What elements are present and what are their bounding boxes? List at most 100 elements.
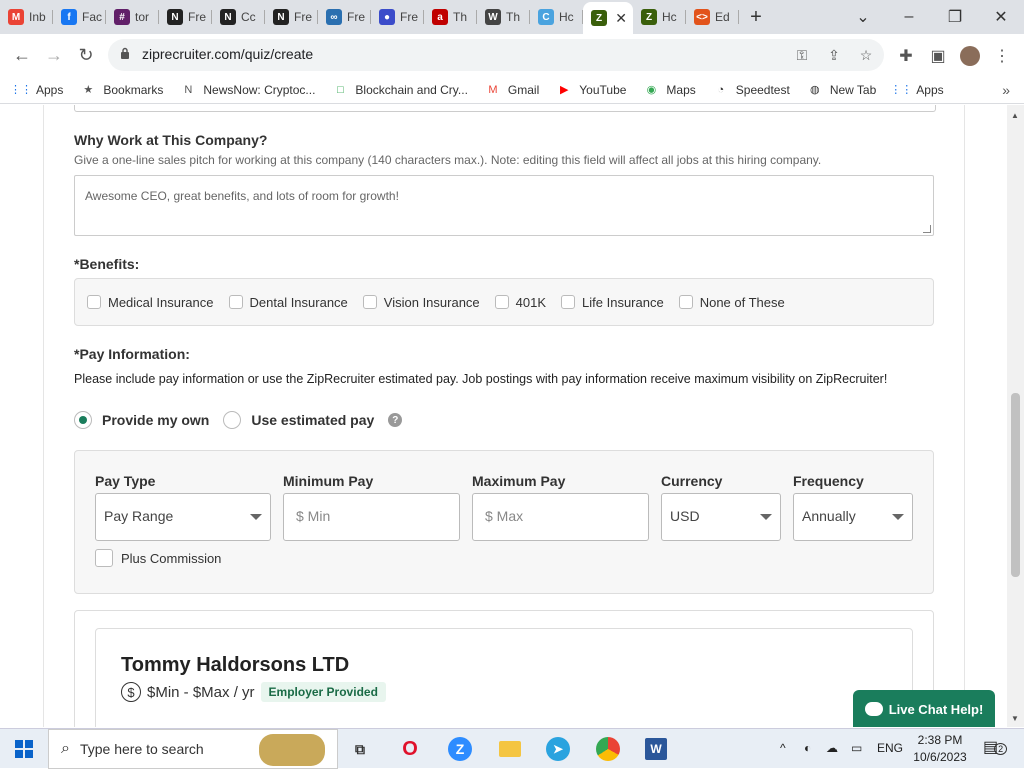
notifications-icon[interactable]: ▤2 — [983, 737, 1008, 757]
why-work-textarea[interactable]: Awesome CEO, great benefits, and lots of… — [74, 175, 934, 236]
scroll-up-icon[interactable]: ▲ — [1011, 111, 1019, 120]
close-tab-icon[interactable]: ✕ — [615, 10, 627, 27]
bookmark-item[interactable]: ◍ New Tab — [808, 83, 876, 97]
reload-icon[interactable]: ↻ — [70, 39, 102, 71]
tab[interactable]: ● Fre — [371, 0, 424, 34]
tab[interactable]: Z Hc — [633, 0, 686, 34]
benefit-option[interactable]: Dental Insurance — [228, 295, 348, 310]
plus-commission-checkbox[interactable] — [95, 549, 113, 567]
benefit-option[interactable]: Medical Insurance — [87, 295, 214, 310]
bookmarks-bar: ⋮⋮ Apps ★ Bookmarks N NewsNow: Cryptoc... □ Blo… — [0, 76, 1024, 104]
benefit-checkbox[interactable] — [494, 295, 509, 309]
task-view-icon[interactable]: ⧉ — [346, 735, 374, 763]
taskbar-clock[interactable]: 2:38 PM 10/6/2023 — [908, 732, 972, 766]
benefit-checkbox[interactable] — [228, 295, 243, 309]
notifications-count: 2 — [994, 743, 1008, 755]
benefit-option[interactable]: Vision Insurance — [362, 295, 480, 310]
radio-estimated-pay-label[interactable]: Use estimated pay — [251, 412, 374, 428]
tab[interactable]: W Th — [477, 0, 530, 34]
bookmarks-overflow-icon[interactable]: » — [1002, 82, 1010, 98]
tab[interactable]: M Inb — [0, 0, 53, 34]
tab[interactable]: f Fac — [53, 0, 106, 34]
avatar[interactable] — [958, 44, 982, 68]
tab[interactable]: C Hc — [530, 0, 583, 34]
bookmark-item[interactable]: M Gmail — [486, 83, 539, 97]
benefit-option[interactable]: 401K — [494, 295, 546, 310]
tab[interactable]: N Fre — [159, 0, 212, 34]
word-icon[interactable]: W — [642, 735, 670, 763]
bookmark-item[interactable]: ⋮⋮ Apps — [10, 83, 63, 97]
bookmark-item[interactable]: ▶ YouTube — [557, 83, 626, 97]
telegram-icon[interactable]: ➤ — [544, 735, 572, 763]
benefit-checkbox[interactable] — [678, 295, 693, 309]
benefit-checkbox[interactable] — [561, 295, 576, 309]
scroll-down-icon[interactable]: ▼ — [1011, 714, 1019, 723]
pay-title: *Pay Information: — [74, 346, 190, 362]
frequency-select[interactable]: Annually — [793, 493, 913, 541]
bookmark-item[interactable]: ⋮⋮ Apps — [890, 83, 943, 97]
tab-search-icon[interactable]: ⌄ — [840, 0, 886, 34]
tab-separator — [738, 10, 739, 24]
taskbar-search-box[interactable]: ⌕ Type here to search — [48, 729, 338, 769]
minimize-icon[interactable]: – — [886, 0, 932, 34]
benefit-checkbox[interactable] — [362, 295, 377, 309]
tab[interactable]: ∞ Fre — [318, 0, 371, 34]
youtube-icon: ▶ — [560, 84, 569, 96]
menu-kebab-icon[interactable]: ⋮ — [990, 44, 1014, 68]
tab[interactable]: a Th — [424, 0, 477, 34]
salary-text: $Min - $Max / yr — [147, 683, 255, 701]
bookmark-item[interactable]: ◔ Speedtest — [714, 82, 790, 97]
resize-handle-icon[interactable] — [923, 225, 931, 233]
bookmark-star-icon[interactable]: ☆ — [856, 45, 876, 65]
forward-icon[interactable]: → — [38, 39, 70, 71]
min-pay-input[interactable]: $ Min — [283, 493, 460, 541]
language-indicator[interactable]: ENG — [877, 741, 903, 755]
tray-chevron-icon[interactable]: ^ — [780, 741, 786, 755]
tab[interactable]: N Fre — [265, 0, 318, 34]
side-panel-icon[interactable]: ▣ — [926, 44, 950, 68]
extensions-icon[interactable]: ✚ — [894, 44, 918, 68]
benefit-option[interactable]: Life Insurance — [561, 295, 664, 310]
max-pay-input[interactable]: $ Max — [472, 493, 649, 541]
tab-active-ziprecruiter[interactable]: Z ✕ — [583, 2, 633, 34]
meet-icon[interactable]: ◐ — [804, 741, 811, 755]
share-icon[interactable]: ⇪ — [824, 45, 844, 65]
benefit-checkbox[interactable] — [87, 295, 101, 309]
bookmark-item[interactable]: ★ Bookmarks — [81, 83, 163, 97]
live-chat-button[interactable]: Live Chat Help! — [853, 690, 995, 727]
tab[interactable]: <> Ed — [686, 0, 739, 34]
benefit-option[interactable]: None of These — [678, 295, 785, 310]
help-icon[interactable]: ? — [388, 413, 403, 427]
pay-type-select[interactable]: Pay Range — [95, 493, 271, 541]
radio-provide-own-label[interactable]: Provide my own — [102, 412, 209, 428]
maximize-icon[interactable]: ❐ — [932, 0, 978, 34]
tab[interactable]: # tor — [106, 0, 159, 34]
notion-icon: N — [167, 9, 183, 25]
network-icon[interactable]: ▭ — [851, 741, 862, 755]
page-scrollbar[interactable]: ▲ ▼ — [1007, 105, 1024, 727]
bookmark-label: Speedtest — [735, 82, 790, 97]
close-window-icon[interactable]: ✕ — [978, 0, 1024, 34]
zoom-icon[interactable]: Z — [446, 735, 474, 763]
currency-select[interactable]: USD — [661, 493, 781, 541]
new-tab-button[interactable]: + — [739, 0, 773, 34]
address-bar[interactable]: ziprecruiter.com/quiz/create ⚿ ⇪ ☆ — [108, 39, 884, 71]
radio-provide-own[interactable] — [74, 411, 92, 429]
windows-start-icon[interactable] — [10, 735, 38, 763]
key-icon[interactable]: ⚿ — [792, 45, 812, 65]
onedrive-icon[interactable]: ☁ — [826, 741, 838, 755]
chrome-icon[interactable] — [594, 735, 622, 763]
dollar-circle-icon: $ — [121, 682, 141, 702]
tab[interactable]: N Cc — [212, 0, 265, 34]
file-explorer-icon[interactable] — [496, 735, 524, 763]
scrollbar-thumb[interactable] — [1011, 393, 1020, 577]
max-pay-label: Maximum Pay — [472, 473, 566, 489]
bookmark-item[interactable]: N NewsNow: Cryptoc... — [181, 83, 315, 97]
code-icon: <> — [694, 9, 710, 25]
bookmark-item[interactable]: ◉ Maps — [644, 83, 696, 97]
back-icon[interactable]: ← — [6, 39, 38, 71]
plus-commission-option[interactable]: Plus Commission — [95, 549, 221, 567]
radio-estimated-pay[interactable] — [223, 411, 242, 429]
opera-icon[interactable]: O — [396, 735, 424, 763]
bookmark-item[interactable]: □ Blockchain and Cry... — [333, 83, 468, 97]
